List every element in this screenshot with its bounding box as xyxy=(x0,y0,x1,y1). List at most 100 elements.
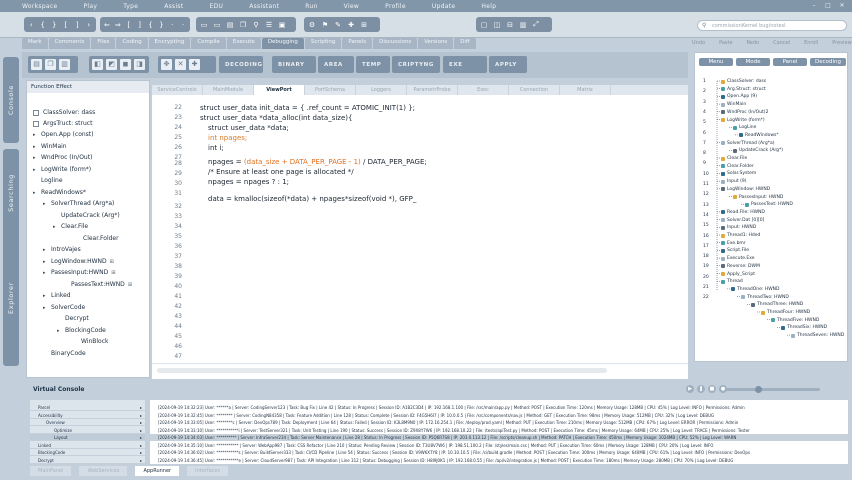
tree-item[interactable]: ▸ ReadWindows* xyxy=(33,189,86,196)
tab-coding[interactable]: Coding xyxy=(116,38,148,49)
tab-encrypting[interactable]: Encrypting xyxy=(148,38,191,49)
expand-arrow-icon[interactable]: ▸ xyxy=(43,305,49,311)
tree-item[interactable]: ▸ SolverThread (Arg*a) xyxy=(43,200,114,207)
debug-node[interactable]: SolverThread (Arg*a) xyxy=(721,141,775,146)
cube-open-icon[interactable]: ◩ xyxy=(106,59,117,70)
console-tree-item[interactable]: Linked ▸ xyxy=(30,442,145,449)
tab-discussions[interactable]: Discussions xyxy=(373,38,418,49)
debug-node[interactable]: ReadWindows* xyxy=(739,133,779,138)
console-tree-item[interactable]: Decrypt ▸ xyxy=(30,457,145,464)
expand-arrow-icon[interactable]: ▸ xyxy=(43,270,49,276)
sidetab-console[interactable]: Console xyxy=(3,57,19,143)
debug-node[interactable]: LogWindow: HWND xyxy=(721,187,770,192)
tab-execute[interactable]: Execute xyxy=(226,38,261,49)
dot-icon[interactable]: · xyxy=(169,21,175,29)
debug-node[interactable]: Clear.Folder xyxy=(721,164,754,169)
bracket-close-icon-2[interactable]: ] xyxy=(137,21,143,29)
tree-item[interactable]: ▸ LogWindow:HWND ⊞ xyxy=(43,258,114,265)
cancel-link[interactable]: Cancel xyxy=(773,40,790,46)
tab-debugging[interactable]: Debugging xyxy=(261,38,304,49)
split-icon[interactable]: ⊟ xyxy=(506,21,514,29)
tree-item[interactable]: ▸ PassesInput:HWND ⊞ xyxy=(43,269,115,276)
tab-compile[interactable]: Compile xyxy=(191,38,226,49)
debug-node[interactable]: Open.App (9) xyxy=(721,94,757,99)
sidetab-searching[interactable]: Searching xyxy=(3,149,19,237)
debug-node[interactable]: Input (9) xyxy=(721,179,746,184)
console-tree-item[interactable]: Layout ▸ xyxy=(30,434,145,441)
exe-button[interactable]: EXE xyxy=(443,56,487,73)
list-icon[interactable]: ☰ xyxy=(265,21,273,29)
brace-close-icon-2[interactable]: } xyxy=(158,21,164,29)
close-cross-icon[interactable]: ✕ xyxy=(175,59,186,70)
preview-link[interactable]: Preview xyxy=(832,40,851,46)
tree-item[interactable]: ▸ BlockingCode xyxy=(57,327,106,334)
area-button[interactable]: AREA xyxy=(318,56,354,73)
debug-node[interactable]: ThreadOne: HWND xyxy=(731,287,780,292)
editor-hscroll[interactable] xyxy=(152,363,688,379)
menu-play[interactable]: Play xyxy=(84,3,98,10)
save-icon[interactable]: ▣ xyxy=(278,21,286,29)
tab-diff[interactable]: Diff xyxy=(454,38,476,49)
expand-arrow-icon[interactable]: ▸ xyxy=(33,155,39,161)
document-stack-icon[interactable]: ▥ xyxy=(59,59,70,70)
menu-workspace[interactable]: Workspace xyxy=(22,3,58,10)
gear-icon[interactable]: ⚙ xyxy=(308,21,316,29)
debug-node[interactable]: ThreadFive: HWND xyxy=(771,318,819,323)
file-icon[interactable]: ▭ xyxy=(200,21,208,29)
debug-node[interactable]: UpdateCrack (Arg*) xyxy=(733,148,783,153)
debug-node[interactable]: Read.File: HWND xyxy=(721,210,765,215)
brace-icon-2[interactable]: { xyxy=(148,21,154,29)
debug-node[interactable]: WndProc (In/Out)2 xyxy=(721,110,768,115)
editor-tab[interactable]: ServiceControls xyxy=(152,85,203,95)
editor-tab[interactable]: PortSchema xyxy=(305,85,356,95)
maximize-icon[interactable]: □ xyxy=(824,2,832,9)
tree-item[interactable]: Logline xyxy=(33,177,63,184)
scroll-thumb[interactable] xyxy=(157,368,607,373)
debug-node[interactable]: Arg.Struct: struct xyxy=(721,87,766,92)
undo-link[interactable]: Undo xyxy=(692,40,705,46)
enroll-link[interactable]: Enroll xyxy=(804,40,818,46)
arrow-left-icon[interactable]: ⇐ xyxy=(104,21,110,29)
bracket-icon[interactable]: [ xyxy=(63,21,70,29)
menu-update[interactable]: Update xyxy=(432,3,456,10)
menu-profile[interactable]: Profile xyxy=(385,3,406,10)
console-tree-item[interactable]: Overview ▸ xyxy=(30,419,145,426)
menu-edu[interactable]: EDU xyxy=(210,3,224,10)
criptyng-button[interactable]: CRIPTYNG xyxy=(392,56,440,73)
debug-node[interactable]: Exe.bmr xyxy=(721,241,746,246)
flag-icon[interactable]: ⚑ xyxy=(321,21,329,29)
debug-node[interactable]: Thread xyxy=(721,279,743,284)
debug-node[interactable]: Input: HWND xyxy=(721,225,756,230)
tab-mark[interactable]: Mark xyxy=(22,38,48,49)
paste-link[interactable]: Paste xyxy=(719,40,733,46)
bracket-close-icon[interactable]: ] xyxy=(74,21,81,29)
temp-button[interactable]: TEMP xyxy=(356,56,390,73)
console-tree-item[interactable]: BlockingCode ▸ xyxy=(30,449,145,456)
debug-node[interactable]: ThreadThree: HWND xyxy=(751,302,803,307)
expand-arrow-icon[interactable]: ▸ xyxy=(33,167,39,173)
expand-arrow-icon[interactable]: ▸ xyxy=(43,247,49,253)
expand-arrow-icon[interactable]: ▸ xyxy=(33,190,39,196)
editor-tab[interactable]: ParametrProbe xyxy=(407,85,458,95)
expand-arrow-icon[interactable]: ▸ xyxy=(43,293,49,299)
expand-arrow-icon[interactable]: ▸ xyxy=(53,224,59,230)
menu-type[interactable]: Type xyxy=(123,3,138,10)
debug-node[interactable]: LogLine xyxy=(733,125,756,130)
sidetab-explorer[interactable]: Explorer xyxy=(3,230,19,366)
edit-icon[interactable]: ✎ xyxy=(334,21,342,29)
play-icon[interactable]: ▶ xyxy=(686,385,694,393)
document-copy-icon[interactable]: ❐ xyxy=(45,59,56,70)
cube-solid-icon[interactable]: ◼ xyxy=(120,59,131,70)
tree-item[interactable]: ▸ IntroVajes xyxy=(43,246,81,253)
editor-tab[interactable]: ViewPort xyxy=(254,85,305,95)
chevron-right-icon[interactable]: › xyxy=(86,21,93,29)
stop-icon[interactable]: ■ xyxy=(708,385,716,393)
tool-icon[interactable]: ✚ xyxy=(347,21,355,29)
editor-tab[interactable]: Connection xyxy=(509,85,560,95)
brace-close-icon[interactable]: } xyxy=(51,21,58,29)
debug-node[interactable]: ThreadTwo: HWND xyxy=(741,295,789,300)
menu-run[interactable]: Run xyxy=(305,3,317,10)
tree-item[interactable]: ▸ LogWrite (form*) xyxy=(33,166,91,173)
checkbox[interactable] xyxy=(33,109,39,116)
decoding-button[interactable]: DECODING xyxy=(219,56,263,73)
